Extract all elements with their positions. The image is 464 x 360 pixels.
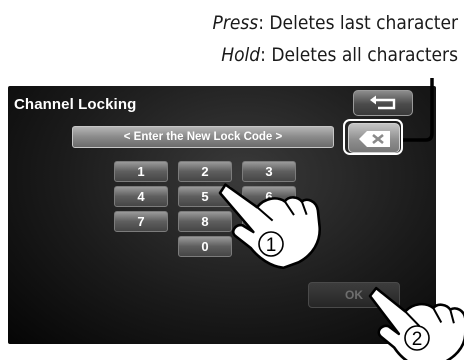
step-1-number: 1	[266, 235, 277, 256]
callout-line	[403, 78, 434, 142]
step-2-number: 2	[412, 329, 423, 350]
annotation-overlay: 1 2	[218, 78, 464, 360]
pointing-hand-icon	[218, 183, 321, 270]
step-2-marker: 2	[404, 325, 430, 351]
step-1-marker: 1	[258, 231, 284, 257]
